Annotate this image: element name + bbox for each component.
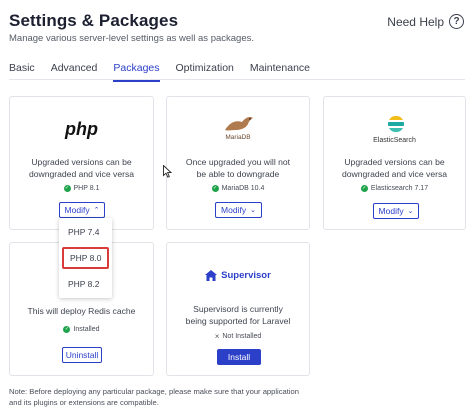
elasticsearch-description-line2: downgraded and vice versa — [341, 169, 448, 179]
need-help-link[interactable]: Need Help ? — [387, 14, 464, 29]
check-circle-icon: ✓ — [63, 185, 71, 192]
php-modify-label: Modify — [64, 205, 90, 215]
redis-description: This will deploy Redis cache — [27, 306, 136, 316]
footnote: Note: Before deploying any particular pa… — [9, 386, 299, 408]
mariadb-seal-icon — [225, 117, 253, 131]
need-help-label: Need Help — [387, 14, 444, 29]
mariadb-status-text: MariaDB 10.4 — [221, 185, 265, 192]
page-title: Settings & Packages — [9, 11, 179, 30]
dropdown-option-php-7-4[interactable]: PHP 7.4 — [62, 221, 109, 243]
supervisor-status: × Not Installed — [167, 332, 309, 341]
mariadb-logo: MariaDB — [225, 134, 251, 141]
mariadb-package-card: MariaDB Once upgraded you will not be ab… — [166, 96, 310, 230]
x-icon: × — [214, 332, 220, 341]
php-status-text: PHP 8.1 — [73, 185, 100, 192]
tabs-divider — [9, 79, 465, 80]
elasticsearch-logo-icon — [388, 115, 404, 133]
elasticsearch-modify-button[interactable]: Modify ⌄ — [373, 203, 419, 219]
question-circle-icon: ? — [449, 14, 464, 29]
elasticsearch-status: ✓ Elasticsearch 7.17 — [324, 185, 465, 192]
mariadb-description: Once upgraded you will not be able to do… — [167, 156, 309, 180]
check-circle-icon: ✓ — [360, 185, 368, 192]
chevron-up-icon: ⌃ — [93, 207, 100, 214]
footnote-line2: and its plugins or extensions are compat… — [9, 398, 159, 407]
supervisor-description-line2: being supported for Laravel — [185, 316, 291, 326]
supervisor-logo: Supervisor — [167, 270, 309, 281]
php-status: ✓ PHP 8.1 — [10, 185, 153, 192]
footnote-line1: Note: Before deploying any particular pa… — [9, 387, 300, 396]
home-icon — [205, 270, 218, 281]
redis-status-text: Installed — [73, 326, 100, 333]
supervisor-status-text: Not Installed — [222, 333, 262, 340]
page-subtitle: Manage various server-level settings as … — [9, 33, 255, 44]
mariadb-description-line1: Once upgraded you will not — [185, 157, 291, 167]
dropdown-option-php-8-0[interactable]: PHP 8.0 — [62, 247, 109, 269]
mariadb-modify-label: Modify — [221, 205, 247, 215]
chevron-down-icon: ⌄ — [250, 207, 256, 214]
supervisor-package-card: Supervisor Supervisord is currently bein… — [166, 242, 310, 376]
elasticsearch-status-text: Elasticsearch 7.17 — [370, 185, 429, 192]
mouse-cursor-icon — [163, 165, 172, 178]
supervisor-description-line1: Supervisord is currently — [193, 304, 283, 314]
php-logo: php — [65, 119, 98, 139]
php-description-line2: downgraded and vice versa — [28, 169, 135, 179]
elasticsearch-modify-label: Modify — [378, 206, 404, 216]
elasticsearch-description-line1: Upgraded versions can be — [344, 157, 445, 167]
chevron-down-icon: ⌄ — [407, 208, 414, 215]
mariadb-description-line2: be able to downgrade — [196, 169, 280, 179]
elasticsearch-logo-label: ElasticSearch — [373, 137, 416, 144]
check-circle-icon: ✓ — [63, 326, 71, 333]
php-description: Upgraded versions can be downgraded and … — [10, 156, 153, 180]
mariadb-modify-button[interactable]: Modify ⌄ — [215, 202, 262, 218]
php-modify-button[interactable]: Modify ⌃ — [59, 202, 105, 218]
redis-uninstall-button[interactable]: Uninstall — [62, 347, 102, 363]
elasticsearch-description: Upgraded versions can be downgraded and … — [324, 156, 465, 180]
dropdown-option-php-8-2[interactable]: PHP 8.2 — [62, 273, 109, 295]
supervisor-install-button[interactable]: Install — [217, 349, 261, 365]
elasticsearch-package-card: ElasticSearch Upgraded versions can be d… — [323, 96, 466, 230]
supervisor-logo-text: Supervisor — [221, 270, 271, 281]
redis-status: ✓ Installed — [10, 326, 153, 333]
php-version-dropdown: PHP 7.4 PHP 8.0 PHP 8.2 — [59, 218, 112, 298]
check-circle-icon: ✓ — [211, 185, 219, 192]
php-description-line1: Upgraded versions can be — [31, 157, 132, 167]
supervisor-description: Supervisord is currently being supported… — [167, 303, 309, 327]
php-package-card: php Upgraded versions can be downgraded … — [9, 96, 154, 230]
mariadb-status: ✓ MariaDB 10.4 — [167, 185, 309, 192]
